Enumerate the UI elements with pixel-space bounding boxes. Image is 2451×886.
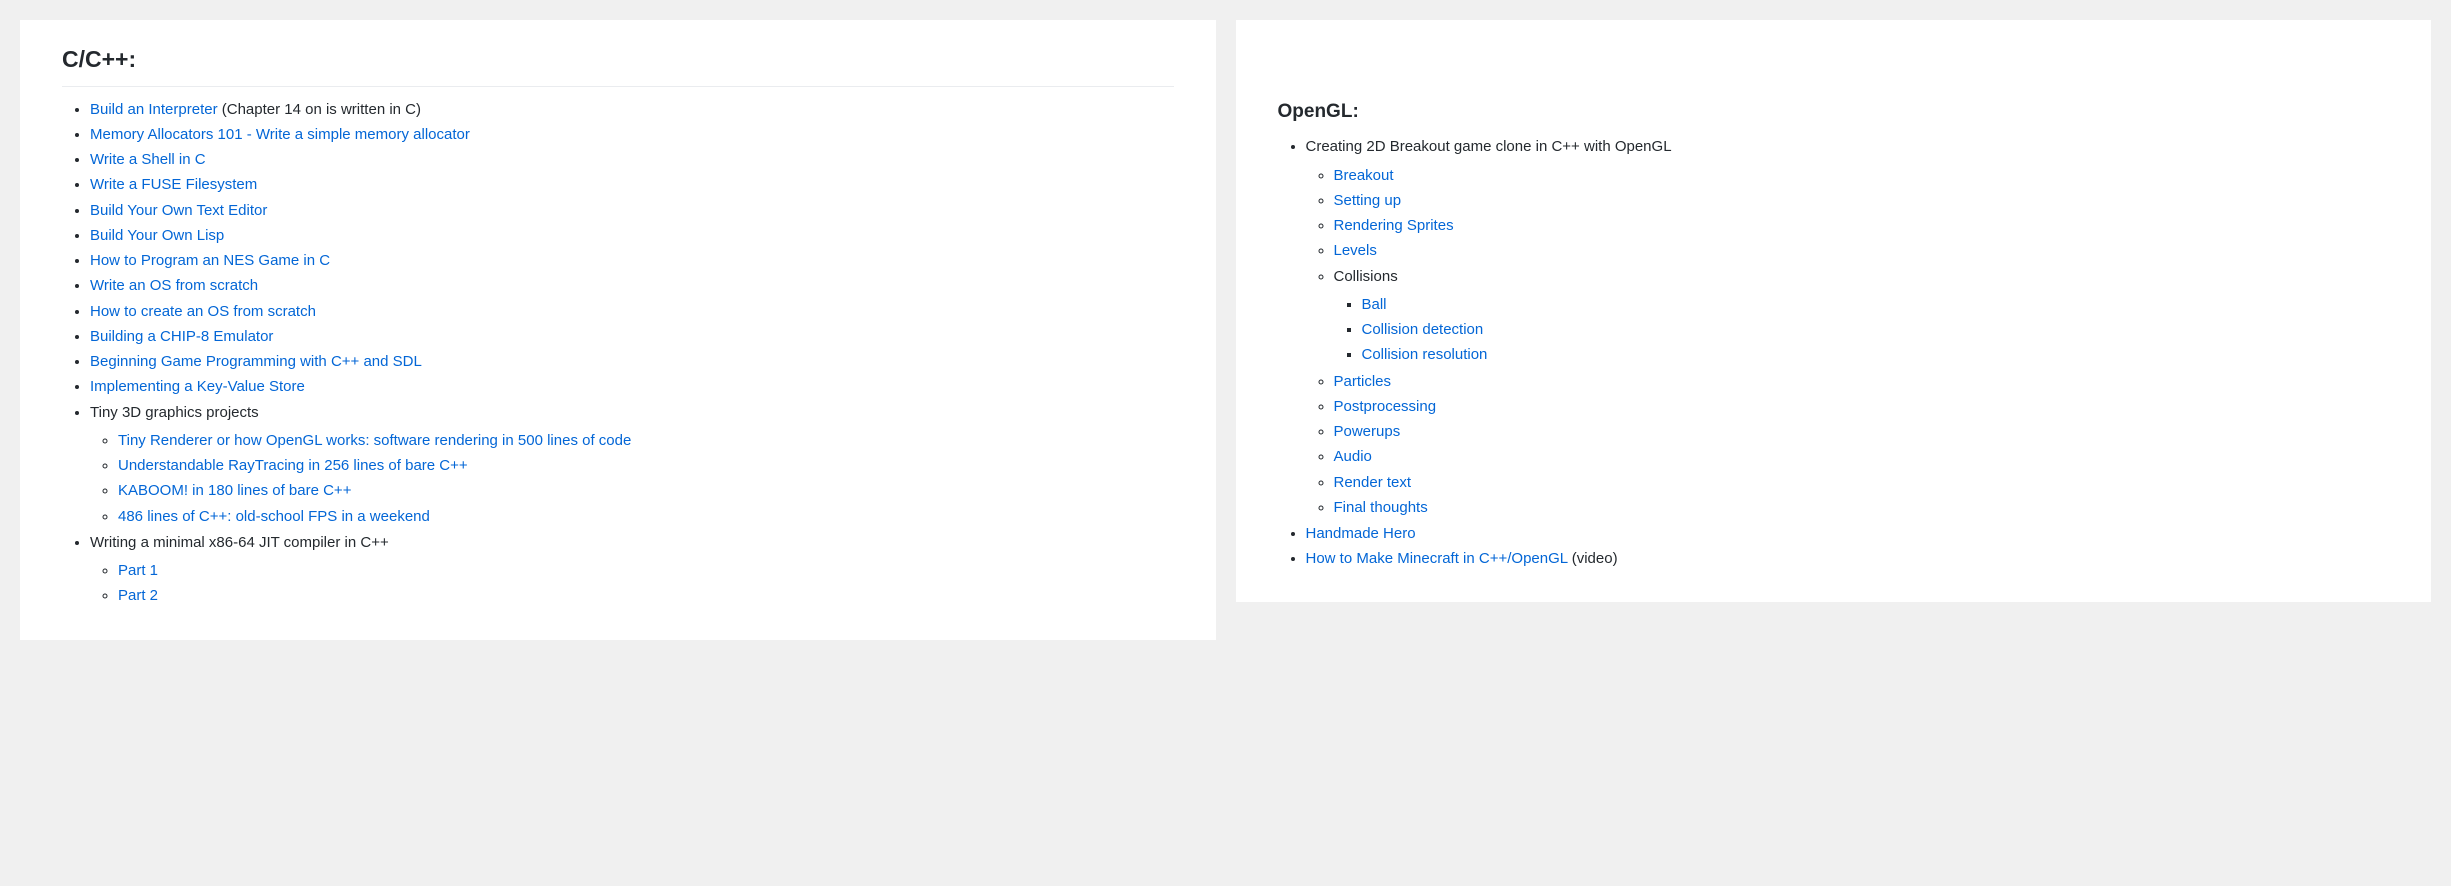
link[interactable]: Write a FUSE Filesystem [90,176,257,193]
link[interactable]: Audio [1334,448,1372,465]
link[interactable]: Breakout [1334,167,1394,184]
link[interactable]: Building a CHIP-8 Emulator [90,328,273,345]
link[interactable]: Collision resolution [1362,346,1488,363]
link[interactable]: Ball [1362,296,1387,313]
list-item: Understandable RayTracing in 256 lines o… [118,453,1174,478]
list-item-label: Tiny 3D graphics projects [90,404,259,421]
link[interactable]: Collision detection [1362,321,1484,338]
list-item: Handmade Hero [1306,521,2390,546]
list-item: How to create an OS from scratch [90,299,1174,324]
right-card: OpenGL: Creating 2D Breakout game clone … [1236,20,2432,602]
list-item: Collision resolution [1362,342,2390,367]
link[interactable]: 486 lines of C++: old-school FPS in a we… [118,508,430,525]
list-item: Building a CHIP-8 Emulator [90,324,1174,349]
list-item: Write a FUSE Filesystem [90,172,1174,197]
left-title: C/C++: [62,42,1174,87]
left-list: Build an Interpreter (Chapter 14 on is w… [62,97,1174,610]
link[interactable]: Final thoughts [1334,499,1428,516]
left-card: C/C++: Build an Interpreter (Chapter 14 … [20,20,1216,640]
link[interactable]: Build an Interpreter [90,101,218,118]
list-level-1: Breakout Setting up Rendering Sprites Level… [1306,163,2390,521]
list-item-label: Creating 2D Breakout game clone in C++ w… [1306,138,1672,155]
list-item: Particles [1334,369,2390,394]
link[interactable]: Part 1 [118,562,158,579]
link[interactable]: Tiny Renderer or how OpenGL works: softw… [118,432,631,449]
list-item: How to Make Minecraft in C++/OpenGL (vid… [1306,546,2390,571]
list-item: Part 1 [118,558,1174,583]
link[interactable]: Setting up [1334,192,1402,209]
list-item: How to Program an NES Game in C [90,248,1174,273]
link-suffix: (video) [1568,550,1618,567]
list-item: Rendering Sprites [1334,213,2390,238]
list-item: Collision detection [1362,317,2390,342]
list-item: 486 lines of C++: old-school FPS in a we… [118,504,1174,529]
columns-container: C/C++: Build an Interpreter (Chapter 14 … [20,20,2431,640]
list-item: Tiny Renderer or how OpenGL works: softw… [118,428,1174,453]
link[interactable]: Implementing a Key-Value Store [90,378,305,395]
link[interactable]: Rendering Sprites [1334,217,1454,234]
list-item: Creating 2D Breakout game clone in C++ w… [1306,134,2390,521]
link[interactable]: Part 2 [118,587,158,604]
list-item: Breakout [1334,163,2390,188]
list-item: Part 2 [118,583,1174,608]
list-item: KABOOM! in 180 lines of bare C++ [118,478,1174,503]
list-item: Collisions Ball Collision detection Collisi… [1334,264,2390,369]
link[interactable]: Understandable RayTracing in 256 lines o… [118,457,468,474]
link[interactable]: Powerups [1334,423,1401,440]
link[interactable]: Handmade Hero [1306,525,1416,542]
list-item: Writing a minimal x86-64 JIT compiler in… [90,530,1174,610]
link-suffix: (Chapter 14 on is written in C) [218,101,421,118]
list-item: Build Your Own Text Editor [90,198,1174,223]
link[interactable]: Beginning Game Programming with C++ and … [90,353,422,370]
list-level-1: Tiny Renderer or how OpenGL works: softw… [90,428,1174,529]
list-item-label: Collisions [1334,268,1398,285]
link[interactable]: Write an OS from scratch [90,277,258,294]
list-item: Implementing a Key-Value Store [90,374,1174,399]
link[interactable]: Build Your Own Text Editor [90,202,267,219]
link[interactable]: KABOOM! in 180 lines of bare C++ [118,482,351,499]
list-item: Audio [1334,444,2390,469]
list-item: Levels [1334,238,2390,263]
list-item-label: Writing a minimal x86-64 JIT compiler in… [90,534,389,551]
link[interactable]: Write a Shell in C [90,151,206,168]
list-level-2: Ball Collision detection Collision resolut… [1334,292,2390,368]
list-item: Tiny 3D graphics projects Tiny Renderer o… [90,400,1174,530]
list-item: Write an OS from scratch [90,273,1174,298]
list-item: Final thoughts [1334,495,2390,520]
right-title: OpenGL: [1278,97,2390,126]
list-item: Build an Interpreter (Chapter 14 on is w… [90,97,1174,122]
link[interactable]: Build Your Own Lisp [90,227,224,244]
list-item: Postprocessing [1334,394,2390,419]
link[interactable]: Postprocessing [1334,398,1437,415]
link[interactable]: How to Program an NES Game in C [90,252,330,269]
list-item: Memory Allocators 101 - Write a simple m… [90,122,1174,147]
list-item: Powerups [1334,419,2390,444]
list-item: Write a Shell in C [90,147,1174,172]
list-item: Beginning Game Programming with C++ and … [90,349,1174,374]
list-item: Ball [1362,292,2390,317]
link[interactable]: Levels [1334,242,1377,259]
list-item: Build Your Own Lisp [90,223,1174,248]
list-item: Render text [1334,470,2390,495]
link[interactable]: How to create an OS from scratch [90,303,316,320]
link[interactable]: Memory Allocators 101 - Write a simple m… [90,126,470,143]
list-item: Setting up [1334,188,2390,213]
list-level-1: Part 1 Part 2 [90,558,1174,609]
right-list: Creating 2D Breakout game clone in C++ w… [1278,134,2390,571]
link[interactable]: How to Make Minecraft in C++/OpenGL [1306,550,1568,567]
link[interactable]: Render text [1334,474,1412,491]
link[interactable]: Particles [1334,373,1392,390]
